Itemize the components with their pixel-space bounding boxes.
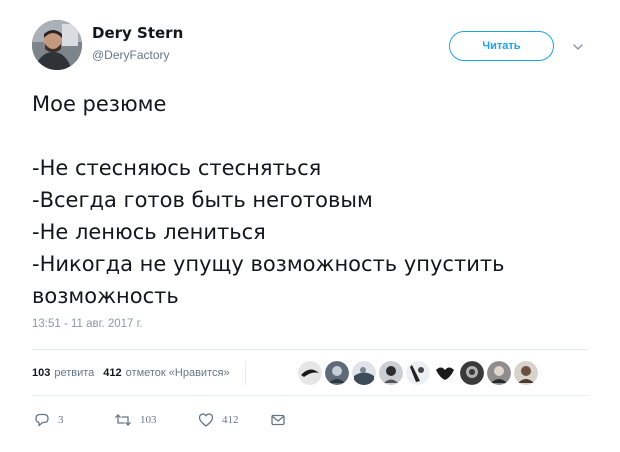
divider (32, 349, 588, 350)
retweets-label: ретвита (54, 367, 95, 379)
liker-avatar[interactable] (460, 361, 484, 385)
likes-label: отметок «Нравится» (125, 367, 230, 379)
liker-avatar[interactable] (433, 361, 457, 385)
tweet-text-line: Мое резюме (32, 92, 167, 116)
retweet-count: 103 (140, 414, 157, 426)
liker-avatar[interactable] (325, 361, 349, 385)
tweet-text-line: -Не ленюсь лениться (32, 220, 266, 244)
envelope-icon (271, 414, 285, 426)
liker-avatars (298, 360, 541, 386)
avatar[interactable] (32, 20, 82, 70)
reply-icon (35, 413, 49, 427)
reply-count: 3 (58, 414, 64, 426)
liker-avatar[interactable] (352, 361, 376, 385)
liker-avatar[interactable] (406, 361, 430, 385)
liker-avatar[interactable] (487, 361, 511, 385)
liker-avatar[interactable] (298, 361, 322, 385)
user-handle[interactable]: @DeryFactory (92, 48, 170, 62)
tweet-text-line: возможность (32, 284, 179, 308)
retweets-count: 103 (32, 367, 51, 379)
retweet-button[interactable]: 103 (114, 412, 198, 428)
tweet-timestamp[interactable]: 13:51 - 11 авг. 2017 г. (32, 318, 143, 330)
likes-count: 412 (103, 367, 122, 379)
heart-icon (198, 413, 214, 427)
like-button[interactable]: 412 (198, 412, 270, 428)
tweet-stats: 103 ретвита 412 отметок «Нравится» (32, 360, 258, 386)
liker-avatar[interactable] (379, 361, 403, 385)
chevron-down-icon[interactable] (571, 40, 585, 54)
tweet-actions: 3 103 412 (34, 410, 294, 430)
liker-avatar[interactable] (514, 361, 538, 385)
follow-button[interactable]: Читать (449, 31, 554, 61)
tweet-text: Мое резюме -Не стесняюсь стесняться -Все… (32, 88, 592, 312)
divider (32, 395, 588, 396)
likes-stat[interactable]: 412 отметок «Нравится» (103, 367, 229, 379)
tweet-text-line: -Не стесняюсь стесняться (32, 156, 322, 180)
reply-button[interactable]: 3 (34, 412, 114, 428)
stats-separator (244, 361, 246, 385)
display-name[interactable]: Dery Stern (92, 24, 183, 42)
tweet-card: Dery Stern @DeryFactory Читать Мое резюм… (0, 0, 620, 452)
tweet-text-line: -Никогда не упущу возможность упустить (32, 252, 505, 276)
like-count: 412 (222, 414, 239, 426)
retweets-stat[interactable]: 103 ретвита (32, 367, 94, 379)
tweet-text-line: -Всегда готов быть неготовым (32, 188, 373, 212)
direct-message-button[interactable] (270, 412, 294, 428)
retweet-icon (115, 414, 131, 426)
